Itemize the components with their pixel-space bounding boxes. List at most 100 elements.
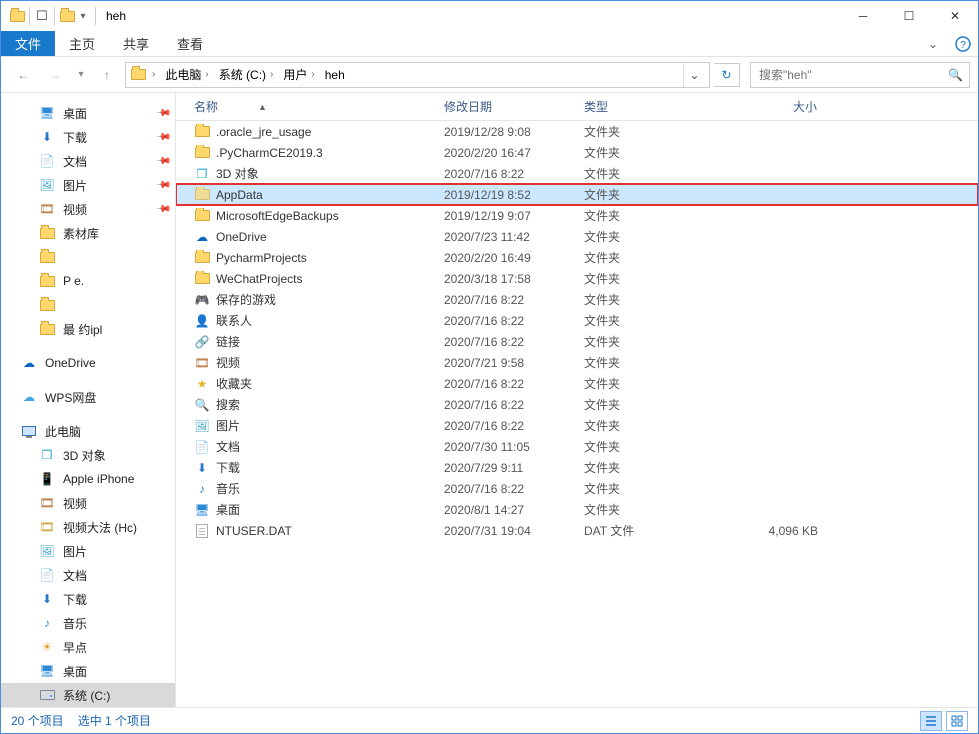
sidebar-item[interactable]: 🎞视频	[1, 491, 175, 515]
table-row[interactable]: 🎞视频2020/7/21 9:58文件夹	[176, 352, 978, 373]
table-row[interactable]: 👤联系人2020/7/16 8:22文件夹	[176, 310, 978, 331]
up-button[interactable]: ↑	[93, 61, 121, 89]
sidebar-item[interactable]: ☀ 早点	[1, 635, 175, 659]
refresh-button[interactable]: ↻	[714, 63, 740, 87]
recent-dropdown[interactable]: ▾	[73, 61, 89, 89]
sidebar-item[interactable]: 最 约ipl	[1, 317, 175, 341]
table-row[interactable]: ⬇下载2020/7/29 9:11文件夹	[176, 457, 978, 478]
file-name: OneDrive	[216, 230, 267, 244]
sidebar-item[interactable]: 📱Apple iPhone	[1, 467, 175, 491]
forward-button[interactable]: →	[41, 61, 69, 89]
sidebar-item[interactable]: 🖼图片📌	[1, 173, 175, 197]
sidebar-item[interactable]	[1, 245, 175, 269]
maximize-button[interactable]: ☐	[886, 1, 932, 31]
table-row[interactable]: NTUSER.DAT2020/7/31 19:04DAT 文件4,096 KB	[176, 520, 978, 541]
sidebar-item-label: 系统 (C:)	[63, 687, 110, 704]
search-box[interactable]: 🔍	[750, 62, 970, 88]
pin-icon: 📌	[154, 105, 171, 122]
sidebar-item[interactable]: ♪音乐	[1, 611, 175, 635]
table-row[interactable]: ☁OneDrive2020/7/23 11:42文件夹	[176, 226, 978, 247]
table-row[interactable]: AppData2019/12/19 8:52文件夹	[176, 184, 978, 205]
column-date[interactable]: 修改日期	[436, 93, 576, 120]
sidebar-item[interactable]: ☁OneDrive	[1, 351, 175, 375]
crumb-users[interactable]: 用户›	[279, 63, 318, 87]
table-row[interactable]: PycharmProjects2020/2/20 16:49文件夹	[176, 247, 978, 268]
pin-icon: 📌	[154, 129, 171, 146]
column-size[interactable]: 大小	[706, 93, 826, 120]
sidebar-item[interactable]: 🖥桌面📌	[1, 101, 175, 125]
cell-type: 文件夹	[576, 333, 706, 350]
sidebar-item[interactable]: 🎞视频大法 (Hc)	[1, 515, 175, 539]
search-icon[interactable]: 🔍	[948, 68, 963, 82]
sun-icon: ☀	[39, 639, 55, 655]
table-row[interactable]: .oracle_jre_usage2019/12/28 9:08文件夹	[176, 121, 978, 142]
tab-home[interactable]: 主页	[55, 31, 109, 56]
cell-date: 2020/7/16 8:22	[436, 293, 576, 307]
table-row[interactable]: 🔗链接2020/7/16 8:22文件夹	[176, 331, 978, 352]
help-icon[interactable]: ?	[948, 31, 978, 56]
sidebar-item[interactable]	[1, 293, 175, 317]
cloud-icon: ☁	[194, 229, 210, 245]
address-bar[interactable]: › 此电脑› 系统 (C:)› 用户› heh ⌄	[125, 62, 710, 88]
minimize-button[interactable]: ─	[840, 1, 886, 31]
table-row[interactable]: 🖼图片2020/7/16 8:22文件夹	[176, 415, 978, 436]
props-icon[interactable]: ☐	[34, 8, 50, 24]
sidebar-item[interactable]: ☁WPS网盘	[1, 385, 175, 409]
ribbon-expand-icon[interactable]: ⌄	[918, 31, 948, 56]
view-large-button[interactable]	[946, 711, 968, 731]
column-headers: 名称▲ 修改日期 类型 大小	[176, 93, 978, 121]
sidebar-item[interactable]: 素材库	[1, 221, 175, 245]
table-row[interactable]: .PyCharmCE2019.32020/2/20 16:47文件夹	[176, 142, 978, 163]
crumb-root-chev[interactable]: ›	[148, 63, 159, 87]
nav-tree[interactable]: 🖥桌面📌⬇下载📌📄文档📌🖼图片📌🎞视频📌素材库P e.最 约ipl☁OneDri…	[1, 93, 176, 707]
table-row[interactable]: ❒3D 对象2020/7/16 8:22文件夹	[176, 163, 978, 184]
sidebar-item[interactable]: ⬇下载📌	[1, 125, 175, 149]
sidebar-item[interactable]: 📄文档📌	[1, 149, 175, 173]
contacts-icon: 👤	[194, 313, 210, 329]
address-dropdown-icon[interactable]: ⌄	[683, 63, 705, 87]
tab-view[interactable]: 查看	[163, 31, 217, 56]
qat-dropdown-icon[interactable]: ▾	[75, 8, 91, 24]
3d-icon: ❒	[39, 447, 55, 463]
sidebar-item[interactable]: 🎞视频📌	[1, 197, 175, 221]
table-row[interactable]: 🖥桌面2020/8/1 14:27文件夹	[176, 499, 978, 520]
back-button[interactable]: ←	[9, 61, 37, 89]
crumb-heh[interactable]: heh	[321, 63, 349, 87]
sidebar-item[interactable]: ❒3D 对象	[1, 443, 175, 467]
sidebar-item[interactable]: 系统 (C:)	[1, 683, 175, 707]
column-type[interactable]: 类型	[576, 93, 706, 120]
table-row[interactable]: 🎮保存的游戏2020/7/16 8:22文件夹	[176, 289, 978, 310]
cell-type: 文件夹	[576, 459, 706, 476]
sidebar-item-label: 此电脑	[45, 423, 81, 440]
desktop-icon: 🖥	[39, 105, 55, 121]
sidebar-item-label: 早点	[63, 639, 87, 656]
table-row[interactable]: ♪音乐2020/7/16 8:22文件夹	[176, 478, 978, 499]
sidebar-item-label: 视频大法 (Hc)	[63, 519, 137, 536]
table-row[interactable]: MicrosoftEdgeBackups2019/12/19 9:07文件夹	[176, 205, 978, 226]
pin-icon: 📌	[154, 153, 171, 170]
view-details-button[interactable]	[920, 711, 942, 731]
sidebar-item[interactable]: 🖼图片	[1, 539, 175, 563]
sidebar-item-label: 桌面	[63, 663, 87, 680]
tab-share[interactable]: 共享	[109, 31, 163, 56]
doc-icon: 📄	[39, 567, 55, 583]
crumb-drive-c[interactable]: 系统 (C:)›	[215, 63, 278, 87]
search-input[interactable]	[757, 67, 948, 83]
sidebar-item[interactable]: P e.	[1, 269, 175, 293]
crumb-this-pc[interactable]: 此电脑›	[161, 63, 212, 87]
sidebar-item[interactable]: 🖥 桌面	[1, 659, 175, 683]
sidebar-item[interactable]: 📄文档	[1, 563, 175, 587]
close-button[interactable]: ✕	[932, 1, 978, 31]
desktop-icon: 🖥	[39, 663, 55, 679]
file-rows[interactable]: .oracle_jre_usage2019/12/28 9:08文件夹.PyCh…	[176, 121, 978, 707]
table-row[interactable]: WeChatProjects2020/3/18 17:58文件夹	[176, 268, 978, 289]
sidebar-item[interactable]: ⬇下载	[1, 587, 175, 611]
sidebar-item[interactable]: 此电脑	[1, 419, 175, 443]
file-menu[interactable]: 文件	[1, 31, 55, 56]
table-row[interactable]: ★收藏夹2020/7/16 8:22文件夹	[176, 373, 978, 394]
column-name[interactable]: 名称▲	[176, 93, 436, 120]
cell-date: 2020/7/16 8:22	[436, 482, 576, 496]
status-bar: 20 个项目 选中 1 个项目	[1, 707, 978, 733]
table-row[interactable]: 📄文档2020/7/30 11:05文件夹	[176, 436, 978, 457]
table-row[interactable]: 🔍搜索2020/7/16 8:22文件夹	[176, 394, 978, 415]
